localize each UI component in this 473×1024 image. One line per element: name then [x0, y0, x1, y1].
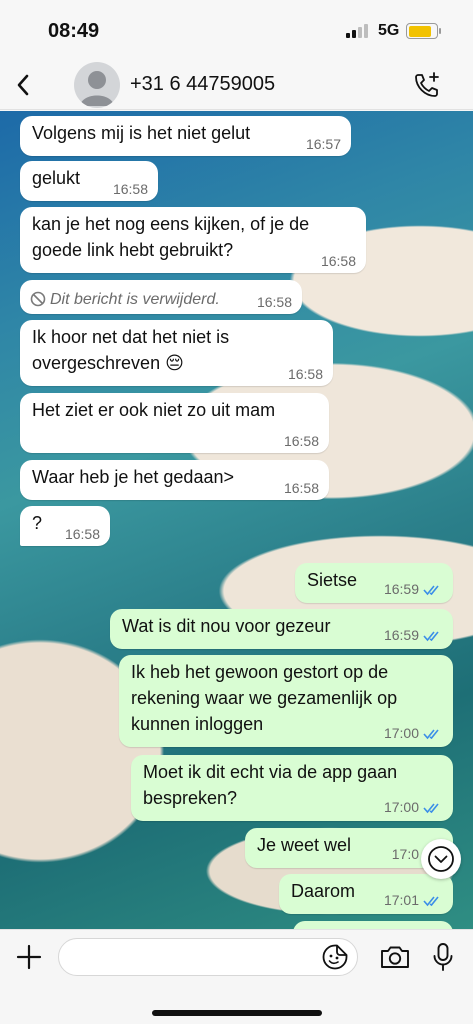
message-text: Sietse [307, 570, 358, 590]
message-text: Waar heb je het gedaan> [32, 467, 234, 487]
message-time: 17:00 [383, 799, 419, 815]
microphone-icon[interactable] [428, 940, 458, 974]
status-bar: 08:49 5G [0, 0, 473, 62]
status-time: 08:49 [48, 20, 100, 42]
message-time: 17:0 [391, 846, 419, 862]
blocked-icon [30, 290, 46, 316]
message-time: 16:58 [283, 480, 319, 496]
camera-icon[interactable] [378, 942, 412, 972]
message-bubble-outgoing[interactable]: Ik heb het gewoon gestort op de rekening… [119, 655, 453, 747]
read-ticks-icon [423, 801, 443, 817]
chat-area[interactable]: Volgens mij is het niet gelut 16:57 gelu… [0, 111, 473, 929]
chat-header: +31 6 44759005 [0, 62, 473, 110]
message-text: Ik heb het gewoon gestort op de rekening… [131, 662, 398, 734]
message-text: Ik hoor net dat het niet is overgeschrev… [32, 327, 230, 373]
message-bubble[interactable]: Ik hoor net dat het niet is overgeschrev… [20, 320, 333, 386]
message-time: 16:58 [283, 433, 319, 449]
message-meta: 17:00 [384, 725, 443, 743]
message-time: 16:58 [256, 294, 292, 310]
message-bubble[interactable]: kan je het nog eens kijken, of je de goe… [20, 207, 366, 273]
message-bubble-outgoing[interactable]: Daarom 17:01 [279, 874, 453, 914]
message-input[interactable] [58, 938, 358, 976]
message-bubble-outgoing[interactable]: Moet ik dit echt via de app gaan besprek… [131, 755, 453, 821]
message-text: Wat is dit nou voor gezeur [122, 616, 331, 636]
battery-icon [406, 23, 441, 39]
message-text: Volgens mij is het niet gelut [32, 123, 251, 143]
message-text: Het ziet er ook niet zo uit mam [32, 400, 276, 420]
read-ticks-icon [423, 727, 443, 743]
message-text: Moet ik dit echt via de app gaan besprek… [143, 762, 398, 808]
home-indicator [152, 1010, 322, 1016]
message-text: Daarom [291, 881, 356, 901]
input-bar [0, 929, 473, 1024]
message-time: 16:57 [305, 136, 341, 152]
message-time: 16:58 [112, 181, 148, 197]
deleted-message: Dit bericht is verwijderd. [30, 291, 220, 308]
avatar[interactable] [74, 62, 120, 108]
message-time: 16:59 [383, 627, 419, 643]
sticker-icon[interactable] [320, 942, 350, 972]
message-time: 17:01 [383, 892, 419, 908]
message-time: 17:00 [383, 725, 419, 741]
message-meta: 17:00 [384, 799, 443, 817]
message-bubble[interactable]: Het ziet er ook niet zo uit mam 16:58 [20, 393, 329, 453]
message-bubble[interactable]: ? 16:58 [20, 506, 110, 546]
message-bubble-outgoing[interactable]: Wat is dit nou voor gezeur 16:59 [110, 609, 453, 649]
message-time: 16:58 [287, 366, 323, 382]
read-ticks-icon [423, 629, 443, 645]
message-bubble[interactable]: Volgens mij is het niet gelut 16:57 [20, 116, 351, 156]
network-label: 5G [378, 22, 400, 39]
deleted-message-text: Dit bericht is verwijderd. [50, 291, 220, 308]
back-arrow-icon[interactable] [6, 68, 40, 102]
message-text: ? [32, 513, 43, 533]
chevron-down-icon [428, 846, 454, 872]
message-text: kan je het nog eens kijken, of je de goe… [32, 214, 310, 260]
message-time: 16:58 [64, 526, 100, 542]
plus-icon[interactable] [12, 940, 46, 974]
read-ticks-icon [423, 894, 443, 910]
message-bubble-outgoing[interactable]: Sietse 16:59 [295, 563, 453, 603]
message-meta: 16:59 [384, 627, 443, 645]
add-call-icon[interactable] [410, 68, 444, 102]
message-text: Je weet wel [257, 835, 352, 855]
contact-name[interactable]: +31 6 44759005 [130, 73, 275, 96]
message-text: gelukt [32, 168, 81, 188]
message-meta: 16:59 [384, 581, 443, 599]
scroll-down-button[interactable] [421, 839, 461, 879]
message-bubble-deleted[interactable]: Dit bericht is verwijderd. 16:58 [20, 280, 302, 314]
message-bubble[interactable]: gelukt 16:58 [20, 161, 158, 201]
signal-icon [346, 24, 370, 38]
message-bubble[interactable]: Waar heb je het gedaan> 16:58 [20, 460, 329, 500]
read-ticks-icon [423, 583, 443, 599]
message-bubble-outgoing-partial[interactable] [293, 921, 453, 929]
message-meta: 17:01 [384, 892, 443, 910]
message-time: 16:59 [383, 581, 419, 597]
message-time: 16:58 [320, 253, 356, 269]
